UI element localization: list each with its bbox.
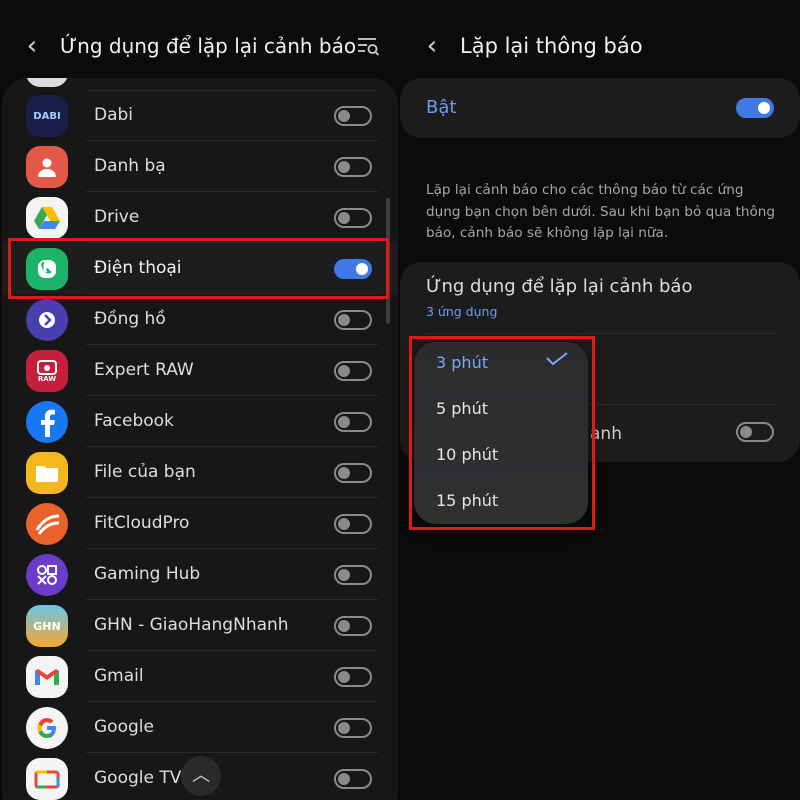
dabi-icon: DABI <box>26 95 68 137</box>
list-item-clock[interactable]: Đồng hồ <box>2 294 398 345</box>
clock-icon <box>26 299 68 341</box>
list-item-gmail[interactable]: Gmail <box>2 651 398 702</box>
list-item-facebook[interactable]: Facebook <box>2 396 398 447</box>
master-toggle[interactable] <box>736 98 774 118</box>
app-selection-screen: ‹ Ứng dụng để lặp lại cảnh báo DABI Dabi <box>0 0 400 800</box>
list-item-ghn[interactable]: GHN GHN - GiaoHangNhanh <box>2 600 398 651</box>
expert-raw-toggle[interactable] <box>334 361 372 381</box>
fitcloudpro-toggle[interactable] <box>334 514 372 534</box>
app-label: Đồng hồ <box>94 309 166 329</box>
list-item-dabi[interactable]: DABI Dabi <box>2 90 398 141</box>
app-icon <box>26 78 68 87</box>
scroll-to-top-button[interactable]: ︿ <box>181 756 221 796</box>
list-item-drive[interactable]: Drive <box>2 192 398 243</box>
filter-search-icon[interactable] <box>356 34 380 58</box>
master-switch-label: Bật <box>426 97 457 118</box>
apps-setting-title: Ứng dụng để lặp lại cảnh báo <box>426 276 693 297</box>
google-tv-toggle[interactable] <box>334 769 372 789</box>
folder-icon <box>26 452 68 494</box>
drive-toggle[interactable] <box>334 208 372 228</box>
app-label: Expert RAW <box>94 360 194 380</box>
google-tv-icon <box>26 758 68 800</box>
app-label: Google <box>94 717 154 737</box>
facebook-toggle[interactable] <box>334 412 372 432</box>
apps-setting-row[interactable]: Ứng dụng để lặp lại cảnh báo 3 ứng dụng <box>400 262 800 332</box>
back-icon[interactable]: ‹ <box>420 24 444 68</box>
app-label: Google TV <box>94 768 182 788</box>
app-label: Dabi <box>94 105 134 125</box>
list-item-expert-raw[interactable]: RAW Expert RAW <box>2 345 398 396</box>
chevron-up-icon: ︿ <box>192 765 210 786</box>
list-item-fitcloudpro[interactable]: FitCloudPro <box>2 498 398 549</box>
app-label: Facebook <box>94 411 174 431</box>
page-title: Ứng dụng để lặp lại cảnh báo <box>60 34 357 58</box>
left-header: ‹ Ứng dụng để lặp lại cảnh báo <box>0 24 400 68</box>
app-label: Gaming Hub <box>94 564 201 584</box>
repeat-notification-screen: ‹ Lặp lại thông báo Bật Lặp lại cảnh báo… <box>400 0 800 800</box>
gaming-hub-toggle[interactable] <box>334 565 372 585</box>
ghn-icon: GHN <box>26 605 68 647</box>
google-icon <box>26 707 68 749</box>
app-label: Danh bạ <box>94 156 166 176</box>
gaming-hub-icon <box>26 554 68 596</box>
list-item-gaming-hub[interactable]: Gaming Hub <box>2 549 398 600</box>
app-label: Drive <box>94 207 140 227</box>
facebook-icon <box>26 401 68 443</box>
dabi-toggle[interactable] <box>334 106 372 126</box>
setting-toggle[interactable] <box>736 422 774 442</box>
app-label: File của bạn <box>94 462 196 482</box>
app-label: Gmail <box>94 666 144 686</box>
contacts-toggle[interactable] <box>334 157 372 177</box>
app-label: GHN - GiaoHangNhanh <box>94 615 289 635</box>
gmail-icon <box>26 656 68 698</box>
expert-raw-icon: RAW <box>26 350 68 392</box>
right-header: ‹ Lặp lại thông báo <box>400 24 800 68</box>
clock-toggle[interactable] <box>334 310 372 330</box>
app-list: DABI Dabi Danh bạ Drive Điện thoại Đồng … <box>2 78 398 800</box>
ghn-toggle[interactable] <box>334 616 372 636</box>
description-text: Lặp lại cảnh báo cho các thông báo từ cá… <box>426 182 776 241</box>
highlight-box <box>8 238 389 299</box>
highlight-box <box>409 336 595 530</box>
fitcloudpro-icon <box>26 503 68 545</box>
gmail-toggle[interactable] <box>334 667 372 687</box>
apps-count: 3 ứng dụng <box>426 304 498 319</box>
page-title: Lặp lại thông báo <box>460 34 643 58</box>
app-label: FitCloudPro <box>94 513 190 533</box>
contacts-icon <box>26 146 68 188</box>
files-toggle[interactable] <box>334 463 372 483</box>
list-item-google[interactable]: Google <box>2 702 398 753</box>
drive-icon <box>26 197 68 239</box>
list-item-contacts[interactable]: Danh bạ <box>2 141 398 192</box>
list-item-files[interactable]: File của bạn <box>2 447 398 498</box>
google-toggle[interactable] <box>334 718 372 738</box>
master-switch-card[interactable]: Bật <box>400 78 800 138</box>
back-icon[interactable]: ‹ <box>20 24 44 68</box>
